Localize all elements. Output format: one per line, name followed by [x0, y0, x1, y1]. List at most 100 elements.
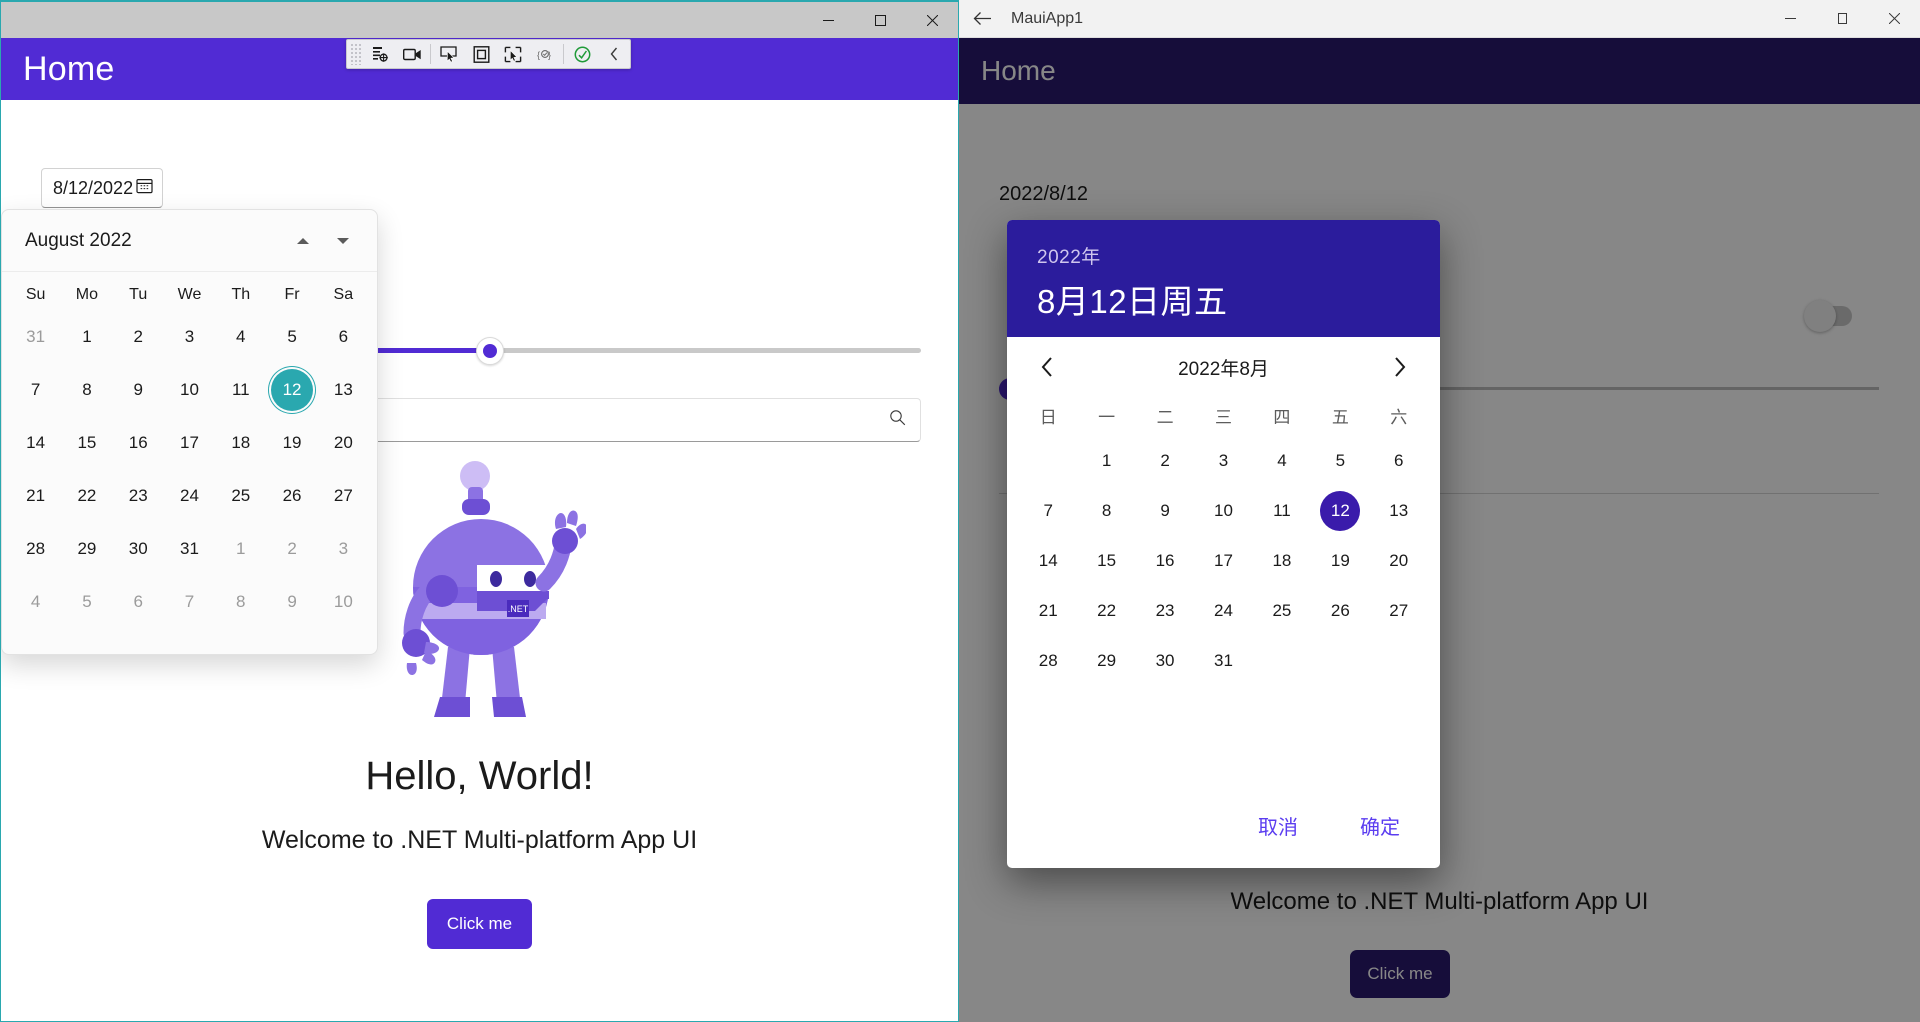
calendar-day-cell[interactable]: 11 — [215, 363, 266, 416]
calendar-day-cell[interactable]: 16 — [113, 416, 164, 469]
close-icon[interactable] — [1868, 1, 1920, 37]
dialog-day-cell[interactable]: 2 — [1136, 436, 1194, 486]
dialog-day-cell[interactable]: 16 — [1136, 536, 1194, 586]
minimize-icon[interactable] — [1764, 1, 1816, 37]
minimize-icon[interactable] — [802, 2, 854, 38]
pointer-icon[interactable] — [433, 41, 465, 67]
dialog-day-cell[interactable]: 23 — [1136, 586, 1194, 636]
calendar-day-cell[interactable]: 3 — [164, 310, 215, 363]
confirm-button[interactable]: 确定 — [1346, 803, 1414, 848]
calendar-day-cell[interactable]: 18 — [215, 416, 266, 469]
triangle-up-icon[interactable] — [283, 224, 323, 258]
select-in-tree-icon[interactable] — [497, 41, 529, 67]
collapse-toolbar-icon[interactable] — [598, 41, 630, 67]
dialog-day-cell[interactable]: 11 — [1253, 486, 1311, 536]
calendar-day-cell[interactable]: 30 — [113, 522, 164, 575]
calendar-day-cell[interactable]: 6 — [318, 310, 369, 363]
dialog-day-cell[interactable]: 27 — [1370, 586, 1428, 636]
dialog-day-cell[interactable]: 29 — [1077, 636, 1135, 686]
calendar-day-cell[interactable]: 7 — [164, 575, 215, 628]
calendar-day-cell[interactable]: 22 — [61, 469, 112, 522]
calendar-day-cell[interactable]: 2 — [113, 310, 164, 363]
calendar-day-cell[interactable]: 29 — [61, 522, 112, 575]
calendar-day-cell[interactable]: 3 — [318, 522, 369, 575]
maximize-icon[interactable] — [1816, 1, 1868, 37]
dialog-day-cell[interactable]: 18 — [1253, 536, 1311, 586]
dialog-day-cell[interactable]: 3 — [1194, 436, 1252, 486]
triangle-down-icon[interactable] — [323, 224, 363, 258]
calendar-day-cell[interactable]: 1 — [215, 522, 266, 575]
calendar-day-cell[interactable]: 4 — [215, 310, 266, 363]
dialog-day-cell[interactable]: 15 — [1077, 536, 1135, 586]
dialog-day-cell[interactable]: 13 — [1370, 486, 1428, 536]
back-arrow-icon[interactable] — [959, 0, 1005, 38]
calendar-day-cell[interactable]: 26 — [266, 469, 317, 522]
dialog-day-cell[interactable]: 1 — [1077, 436, 1135, 486]
dialog-day-cell[interactable]: 10 — [1194, 486, 1252, 536]
dialog-day-cell[interactable]: 14 — [1019, 536, 1077, 586]
calendar-day-cell[interactable]: 10 — [318, 575, 369, 628]
calendar-day-cell[interactable]: 28 — [10, 522, 61, 575]
dialog-day-cell[interactable]: 9 — [1136, 486, 1194, 536]
calendar-day-cell[interactable]: 1 — [61, 310, 112, 363]
calendar-day-cell[interactable]: 15 — [61, 416, 112, 469]
dialog-day-cell[interactable]: 4 — [1253, 436, 1311, 486]
xaml-hot-reload-icon[interactable]: { } — [529, 41, 561, 67]
calendar-day-26: 26 — [282, 485, 302, 505]
calendar-day-cell[interactable]: 9 — [266, 575, 317, 628]
hot-reload-enabled-icon[interactable] — [566, 41, 598, 67]
toolbar-drag-handle[interactable] — [350, 43, 362, 65]
calendar-day-cell[interactable]: 14 — [10, 416, 61, 469]
calendar-day-cell[interactable]: 24 — [164, 469, 215, 522]
dialog-day-cell[interactable]: 25 — [1253, 586, 1311, 636]
dialog-day-cell[interactable]: 28 — [1019, 636, 1077, 686]
material-date-picker-dialog: 2022年 8月12日周五 2022年8月 日一二三四五六 1234567891… — [1007, 220, 1440, 868]
dialog-day-cell[interactable]: 31 — [1194, 636, 1252, 686]
date-input-field[interactable]: 8/12/2022 — [41, 168, 163, 208]
dialog-day-cell[interactable]: 30 — [1136, 636, 1194, 686]
frame-icon[interactable] — [465, 41, 497, 67]
dialog-day-cell[interactable]: 21 — [1019, 586, 1077, 636]
calendar-day-cell[interactable]: 6 — [113, 575, 164, 628]
calendar-day-cell[interactable]: 4 — [10, 575, 61, 628]
dialog-day-cell[interactable]: 5 — [1311, 436, 1369, 486]
calendar-day-cell[interactable]: 23 — [113, 469, 164, 522]
calendar-day-cell[interactable]: 8 — [215, 575, 266, 628]
close-icon[interactable] — [906, 2, 958, 38]
calendar-day-cell[interactable]: 5 — [266, 310, 317, 363]
dialog-day-cell[interactable]: 20 — [1370, 536, 1428, 586]
calendar-day-cell[interactable]: 25 — [215, 469, 266, 522]
calendar-day-cell[interactable]: 13 — [318, 363, 369, 416]
slider-thumb[interactable] — [476, 337, 505, 365]
calendar-day-cell[interactable]: 8 — [61, 363, 112, 416]
maximize-icon[interactable] — [854, 2, 906, 38]
calendar-day-cell[interactable]: 19 — [266, 416, 317, 469]
calendar-day-cell[interactable]: 10 — [164, 363, 215, 416]
calendar-day-cell[interactable]: 5 — [61, 575, 112, 628]
calendar-day-cell[interactable]: 31 — [10, 310, 61, 363]
dialog-day-cell[interactable]: 12 — [1311, 486, 1369, 536]
calendar-day-cell[interactable]: 21 — [10, 469, 61, 522]
calendar-day-cell[interactable]: 2 — [266, 522, 317, 575]
calendar-day-cell[interactable]: 7 — [10, 363, 61, 416]
dialog-day-cell[interactable]: 24 — [1194, 586, 1252, 636]
dialog-day-cell[interactable]: 17 — [1194, 536, 1252, 586]
calendar-day-cell[interactable]: 9 — [113, 363, 164, 416]
click-me-button[interactable]: Click me — [427, 899, 532, 949]
cancel-button[interactable]: 取消 — [1244, 803, 1312, 848]
calendar-day-cell[interactable]: 20 — [318, 416, 369, 469]
calendar-day-cell[interactable]: 31 — [164, 522, 215, 575]
select-element-icon[interactable] — [364, 41, 396, 67]
record-icon[interactable] — [396, 41, 428, 67]
chevron-right-icon[interactable] — [1380, 348, 1418, 386]
dialog-day-cell[interactable]: 8 — [1077, 486, 1135, 536]
dialog-day-cell[interactable]: 19 — [1311, 536, 1369, 586]
calendar-day-cell[interactable]: 12 — [266, 363, 317, 416]
chevron-left-icon[interactable] — [1029, 348, 1067, 386]
dialog-day-cell[interactable]: 22 — [1077, 586, 1135, 636]
dialog-day-cell[interactable]: 7 — [1019, 486, 1077, 536]
dialog-day-cell[interactable]: 26 — [1311, 586, 1369, 636]
calendar-day-cell[interactable]: 27 — [318, 469, 369, 522]
calendar-day-cell[interactable]: 17 — [164, 416, 215, 469]
dialog-day-cell[interactable]: 6 — [1370, 436, 1428, 486]
